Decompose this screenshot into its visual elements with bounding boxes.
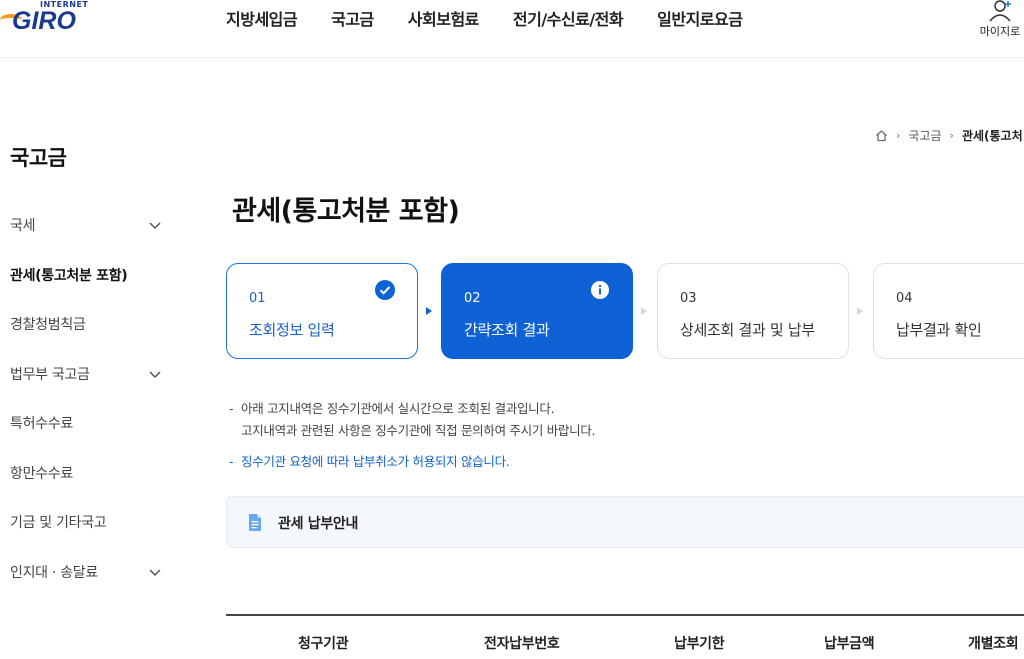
check-circle-icon: [375, 280, 395, 300]
nav-social-insurance[interactable]: 사회보험료: [408, 6, 480, 30]
column-header-due-date: 납부기한: [674, 636, 725, 652]
column-header-agency: 청구기관: [298, 636, 349, 652]
nav-local-tax[interactable]: 지방세입금: [226, 6, 298, 30]
chevron-down-icon: [149, 222, 161, 230]
chevron-down-icon: [149, 568, 161, 576]
sidebar-item-label: 국세: [10, 218, 36, 234]
step-arrow-icon: [857, 307, 863, 315]
notice-line-1: 아래 고지내역은 징수기관에서 실시간으로 조회된 결과입니다.: [241, 401, 555, 416]
nav-national-treasury[interactable]: 국고금: [331, 6, 374, 30]
column-header-detail: 개별조회: [968, 636, 1019, 652]
sidebar-item-port-fee[interactable]: 항만수수료: [10, 463, 170, 513]
column-header-amount: 납부금액: [824, 636, 875, 652]
breadcrumb-separator-icon: ›: [896, 129, 901, 142]
nav-utility-bills[interactable]: 전기/수신료/전화: [513, 6, 624, 30]
breadcrumb-current: 관세(통고처: [961, 129, 1023, 143]
step-2: 02 간략조회 결과: [441, 263, 633, 359]
step-number: 02: [464, 291, 481, 306]
sidebar-item-label: 항만수수료: [10, 465, 73, 482]
global-nav: 지방세입금 국고금 사회보험료 전기/수신료/전화 일반지로요금: [226, 6, 776, 30]
page-title: 관세(통고처분 포함): [232, 196, 460, 227]
sidebar-menu: 국세 관세(통고처분 포함) 경찰청범칙금 법무부 국고금 특허수수료 항만수수…: [10, 215, 170, 611]
sidebar-item-patent-fee[interactable]: 특허수수료: [10, 413, 170, 463]
sidebar-item-label: 인지대 · 송달료: [10, 564, 98, 581]
step-label: 조회정보 입력: [249, 321, 335, 339]
mypage-button[interactable]: 마이지로: [976, 0, 1024, 39]
sidebar-item-label: 기금 및 기타국고: [10, 515, 107, 531]
user-add-icon: [976, 0, 1024, 22]
sidebar-item-justice-ministry[interactable]: 법무부 국고금: [10, 364, 170, 414]
mypage-label: 마이지로: [979, 25, 1021, 38]
notice-text: - 아래 고지내역은 징수기관에서 실시간으로 조회된 결과입니다. 고지내역과…: [229, 398, 596, 473]
sidebar-item-label: 관세(통고처분 포함): [10, 267, 128, 284]
result-table-header: 청구기관 전자납부번호 납부기한 납부금액 개별조회: [226, 614, 1024, 659]
payment-guide-toggle[interactable]: 관세 납부안내: [226, 496, 1024, 548]
logo-text: GIRO: [12, 7, 76, 35]
breadcrumb-separator-icon: ›: [949, 129, 954, 142]
step-4: 04 납부결과 확인: [873, 263, 1024, 359]
step-number: 04: [896, 291, 913, 306]
step-number: 03: [680, 291, 697, 306]
breadcrumb: › 국고금 › 관세(통고처: [875, 127, 1023, 144]
sidebar-item-label: 특허수수료: [10, 416, 73, 432]
step-label: 납부결과 확인: [896, 321, 982, 339]
notice-dash: -: [229, 454, 234, 469]
sidebar-title: 국고금: [10, 146, 67, 170]
notice-line-2: 고지내역과 관련된 사항은 징수기관에 직접 문의하여 주시기 바랍니다.: [241, 423, 596, 438]
step-1: 01 조회정보 입력: [226, 263, 418, 359]
step-number: 01: [249, 291, 266, 306]
step-label: 상세조회 결과 및 납부: [680, 321, 815, 339]
nav-general-giro[interactable]: 일반지로요금: [657, 6, 743, 30]
site-header: INTERNET GIRO 지방세입금 국고금 사회보험료 전기/수신료/전화 …: [0, 0, 1024, 58]
payment-guide-label: 관세 납부안내: [278, 516, 359, 532]
sidebar-item-national-tax[interactable]: 국세: [10, 215, 170, 265]
home-icon[interactable]: [875, 129, 888, 142]
step-indicator: 01 조회정보 입력 02 간략조회 결과 03 상세조회 결과 및 납부 04…: [226, 263, 1024, 359]
notice-dash: -: [229, 401, 234, 416]
column-header-payment-number: 전자납부번호: [484, 636, 560, 652]
sidebar-item-police-fine[interactable]: 경찰청범칙금: [10, 314, 170, 364]
notice-line-3: 징수기관 요청에 따라 납부취소가 허용되지 않습니다.: [241, 454, 510, 469]
step-label: 간략조회 결과: [464, 321, 550, 339]
sidebar-item-customs[interactable]: 관세(통고처분 포함): [10, 265, 170, 315]
chevron-down-icon: [149, 370, 161, 378]
step-arrow-icon: [641, 307, 647, 315]
breadcrumb-level1[interactable]: 국고금: [908, 127, 941, 144]
notice-line: - 아래 고지내역은 징수기관에서 실시간으로 조회된 결과입니다. 고지내역과…: [229, 398, 596, 442]
notice-highlight: - 징수기관 요청에 따라 납부취소가 허용되지 않습니다.: [229, 451, 595, 473]
sidebar-item-label: 법무부 국고금: [10, 366, 90, 383]
step-arrow-icon: [426, 307, 432, 315]
sidebar-item-stamp-delivery[interactable]: 인지대 · 송달료: [10, 562, 170, 612]
document-icon: [249, 514, 261, 531]
info-icon: [591, 281, 609, 299]
giro-logo[interactable]: INTERNET GIRO: [0, 0, 100, 40]
sidebar-item-fund-other[interactable]: 기금 및 기타국고: [10, 512, 170, 562]
sidebar-item-label: 경찰청범칙금: [10, 317, 86, 333]
step-3: 03 상세조회 결과 및 납부: [657, 263, 849, 359]
